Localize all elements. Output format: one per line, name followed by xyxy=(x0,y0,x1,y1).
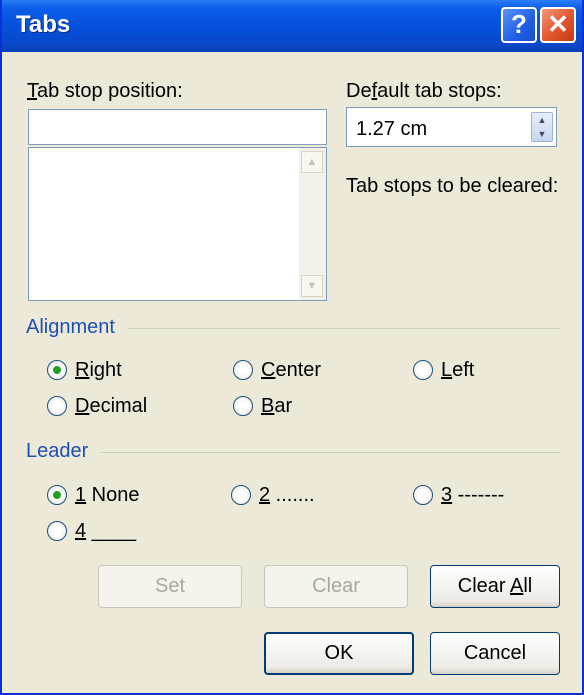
tab-stop-list[interactable]: ▲ ▼ xyxy=(28,147,327,301)
default-tab-stops-spinner[interactable]: 1.27 cm ▲ ▼ xyxy=(346,107,557,147)
clear-all-button[interactable]: Clear All xyxy=(430,565,560,608)
spinner-arrows[interactable]: ▲ ▼ xyxy=(531,112,553,142)
leader-dashes-radio[interactable]: 3 ------- xyxy=(413,482,504,508)
set-button[interactable]: Set xyxy=(98,565,242,608)
radio-icon xyxy=(413,360,433,380)
radio-selected-icon xyxy=(47,485,67,505)
alignment-center-radio[interactable]: Center xyxy=(233,357,321,383)
close-button[interactable]: ✕ xyxy=(540,7,576,43)
spin-down-icon[interactable]: ▼ xyxy=(532,127,552,141)
alignment-bar-radio[interactable]: Bar xyxy=(233,393,292,419)
tab-stop-list-scrollbar[interactable]: ▲ ▼ xyxy=(299,148,326,300)
alignment-left-radio[interactable]: Left xyxy=(413,357,474,383)
radio-icon xyxy=(47,521,67,541)
alignment-decimal-radio[interactable]: Decimal xyxy=(47,393,147,419)
close-icon: ✕ xyxy=(547,9,569,39)
default-tab-stops-label: Default tab stops: xyxy=(346,80,502,102)
dialog-title: Tabs xyxy=(16,11,71,38)
ok-button[interactable]: OK xyxy=(264,632,414,675)
scroll-down-icon[interactable]: ▼ xyxy=(301,275,323,297)
tab-stop-position-input[interactable] xyxy=(28,109,327,145)
leader-header: Leader xyxy=(26,440,89,462)
tab-stops-cleared-label: Tab stops to be cleared: xyxy=(346,175,559,197)
alignment-divider xyxy=(128,328,560,329)
cancel-button[interactable]: Cancel xyxy=(430,632,560,675)
tab-stop-position-label: Tab stop position: xyxy=(27,80,183,102)
radio-icon xyxy=(47,396,67,416)
help-button[interactable]: ? xyxy=(501,7,537,43)
spin-up-icon[interactable]: ▲ xyxy=(532,113,552,127)
radio-icon xyxy=(233,396,253,416)
radio-icon xyxy=(413,485,433,505)
default-tab-stops-value: 1.27 cm xyxy=(356,118,428,140)
scroll-up-icon[interactable]: ▲ xyxy=(301,151,323,173)
leader-underline-radio[interactable]: 4 ____ xyxy=(47,518,136,544)
radio-selected-icon xyxy=(47,360,67,380)
leader-divider xyxy=(100,452,560,453)
leader-none-radio[interactable]: 1 None xyxy=(47,482,140,508)
alignment-header: Alignment xyxy=(26,316,115,338)
tabs-dialog: Tabs ? ✕ Tab stop position: ▲ ▼ Default … xyxy=(0,0,584,695)
radio-icon xyxy=(233,360,253,380)
help-icon: ? xyxy=(511,9,527,39)
radio-icon xyxy=(231,485,251,505)
title-bar[interactable]: Tabs ? ✕ xyxy=(2,0,582,52)
alignment-right-radio[interactable]: Right xyxy=(47,357,122,383)
leader-dots-radio[interactable]: 2 ....... xyxy=(231,482,315,508)
clear-button[interactable]: Clear xyxy=(264,565,408,608)
